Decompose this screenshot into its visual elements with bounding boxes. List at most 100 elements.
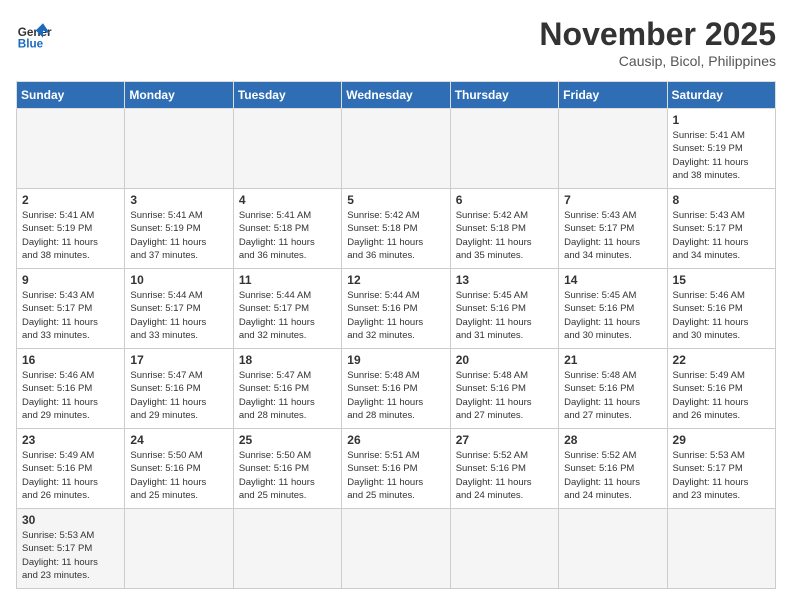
calendar-cell: 4 Sunrise: 5:41 AM Sunset: 5:18 PM Daylig… — [233, 189, 341, 269]
day-number: 28 — [564, 433, 661, 447]
calendar-week-row: 16 Sunrise: 5:46 AM Sunset: 5:16 PM Dayli… — [17, 349, 776, 429]
calendar-cell: 6 Sunrise: 5:42 AM Sunset: 5:18 PM Daylig… — [450, 189, 558, 269]
calendar-cell: 10 Sunrise: 5:44 AM Sunset: 5:17 PM Dayli… — [125, 269, 233, 349]
day-number: 9 — [22, 273, 119, 287]
calendar-cell: 19 Sunrise: 5:48 AM Sunset: 5:16 PM Dayli… — [342, 349, 450, 429]
calendar-cell: 1Sunrise: 5:41 AM Sunset: 5:19 PM Daylig… — [667, 109, 775, 189]
day-info: Sunrise: 5:43 AM Sunset: 5:17 PM Dayligh… — [673, 209, 770, 262]
day-number: 19 — [347, 353, 444, 367]
calendar-cell: 16 Sunrise: 5:46 AM Sunset: 5:16 PM Dayli… — [17, 349, 125, 429]
calendar-cell — [17, 109, 125, 189]
calendar-cell: 30Sunrise: 5:53 AM Sunset: 5:17 PM Dayli… — [17, 509, 125, 589]
weekday-header-thursday: Thursday — [450, 82, 558, 109]
calendar-cell: 22 Sunrise: 5:49 AM Sunset: 5:16 PM Dayli… — [667, 349, 775, 429]
day-info: Sunrise: 5:42 AM Sunset: 5:18 PM Dayligh… — [347, 209, 444, 262]
calendar-cell — [342, 109, 450, 189]
day-info: Sunrise: 5:50 AM Sunset: 5:16 PM Dayligh… — [239, 449, 336, 502]
logo-icon: General Blue — [16, 16, 52, 52]
day-info: Sunrise: 5:49 AM Sunset: 5:16 PM Dayligh… — [22, 449, 119, 502]
day-number: 18 — [239, 353, 336, 367]
day-info: Sunrise: 5:51 AM Sunset: 5:16 PM Dayligh… — [347, 449, 444, 502]
day-number: 23 — [22, 433, 119, 447]
day-info: Sunrise: 5:52 AM Sunset: 5:16 PM Dayligh… — [564, 449, 661, 502]
calendar-cell — [450, 509, 558, 589]
calendar-cell: 7Sunrise: 5:43 AM Sunset: 5:17 PM Daylig… — [559, 189, 667, 269]
day-info: Sunrise: 5:52 AM Sunset: 5:16 PM Dayligh… — [456, 449, 553, 502]
location: Causip, Bicol, Philippines — [539, 53, 776, 69]
calendar-cell — [667, 509, 775, 589]
day-number: 8 — [673, 193, 770, 207]
calendar-cell: 29 Sunrise: 5:53 AM Sunset: 5:17 PM Dayli… — [667, 429, 775, 509]
day-info: Sunrise: 5:47 AM Sunset: 5:16 PM Dayligh… — [239, 369, 336, 422]
day-info: Sunrise: 5:48 AM Sunset: 5:16 PM Dayligh… — [347, 369, 444, 422]
day-number: 29 — [673, 433, 770, 447]
calendar-cell: 25 Sunrise: 5:50 AM Sunset: 5:16 PM Dayli… — [233, 429, 341, 509]
day-number: 30 — [22, 513, 119, 527]
month-title: November 2025 — [539, 16, 776, 53]
calendar-cell: 18 Sunrise: 5:47 AM Sunset: 5:16 PM Dayli… — [233, 349, 341, 429]
calendar-table: SundayMondayTuesdayWednesdayThursdayFrid… — [16, 81, 776, 589]
calendar-cell — [450, 109, 558, 189]
calendar-cell: 21Sunrise: 5:48 AM Sunset: 5:16 PM Dayli… — [559, 349, 667, 429]
day-info: Sunrise: 5:42 AM Sunset: 5:18 PM Dayligh… — [456, 209, 553, 262]
calendar-cell: 2Sunrise: 5:41 AM Sunset: 5:19 PM Daylig… — [17, 189, 125, 269]
calendar-cell: 13 Sunrise: 5:45 AM Sunset: 5:16 PM Dayli… — [450, 269, 558, 349]
day-number: 2 — [22, 193, 119, 207]
page-header: General Blue November 2025 Causip, Bicol… — [16, 16, 776, 69]
calendar-cell — [559, 509, 667, 589]
day-number: 25 — [239, 433, 336, 447]
day-info: Sunrise: 5:44 AM Sunset: 5:17 PM Dayligh… — [239, 289, 336, 342]
day-info: Sunrise: 5:44 AM Sunset: 5:17 PM Dayligh… — [130, 289, 227, 342]
day-number: 13 — [456, 273, 553, 287]
day-number: 24 — [130, 433, 227, 447]
calendar-cell: 5 Sunrise: 5:42 AM Sunset: 5:18 PM Daylig… — [342, 189, 450, 269]
day-info: Sunrise: 5:45 AM Sunset: 5:16 PM Dayligh… — [456, 289, 553, 342]
day-info: Sunrise: 5:43 AM Sunset: 5:17 PM Dayligh… — [22, 289, 119, 342]
calendar-cell: 8 Sunrise: 5:43 AM Sunset: 5:17 PM Daylig… — [667, 189, 775, 269]
day-info: Sunrise: 5:48 AM Sunset: 5:16 PM Dayligh… — [456, 369, 553, 422]
day-number: 7 — [564, 193, 661, 207]
day-number: 17 — [130, 353, 227, 367]
day-info: Sunrise: 5:46 AM Sunset: 5:16 PM Dayligh… — [673, 289, 770, 342]
day-info: Sunrise: 5:46 AM Sunset: 5:16 PM Dayligh… — [22, 369, 119, 422]
calendar-cell: 23 Sunrise: 5:49 AM Sunset: 5:16 PM Dayli… — [17, 429, 125, 509]
day-number: 3 — [130, 193, 227, 207]
day-number: 12 — [347, 273, 444, 287]
calendar-week-row: 23 Sunrise: 5:49 AM Sunset: 5:16 PM Dayli… — [17, 429, 776, 509]
svg-text:Blue: Blue — [18, 38, 44, 51]
calendar-cell: 14Sunrise: 5:45 AM Sunset: 5:16 PM Dayli… — [559, 269, 667, 349]
day-number: 27 — [456, 433, 553, 447]
day-number: 26 — [347, 433, 444, 447]
calendar-week-row: 9 Sunrise: 5:43 AM Sunset: 5:17 PM Daylig… — [17, 269, 776, 349]
weekday-header-wednesday: Wednesday — [342, 82, 450, 109]
calendar-cell: 3 Sunrise: 5:41 AM Sunset: 5:19 PM Daylig… — [125, 189, 233, 269]
weekday-header-friday: Friday — [559, 82, 667, 109]
day-number: 4 — [239, 193, 336, 207]
day-info: Sunrise: 5:47 AM Sunset: 5:16 PM Dayligh… — [130, 369, 227, 422]
calendar-week-row: 30Sunrise: 5:53 AM Sunset: 5:17 PM Dayli… — [17, 509, 776, 589]
title-block: November 2025 Causip, Bicol, Philippines — [539, 16, 776, 69]
day-number: 20 — [456, 353, 553, 367]
day-info: Sunrise: 5:53 AM Sunset: 5:17 PM Dayligh… — [673, 449, 770, 502]
day-info: Sunrise: 5:41 AM Sunset: 5:19 PM Dayligh… — [130, 209, 227, 262]
day-number: 15 — [673, 273, 770, 287]
day-info: Sunrise: 5:44 AM Sunset: 5:16 PM Dayligh… — [347, 289, 444, 342]
calendar-cell: 9 Sunrise: 5:43 AM Sunset: 5:17 PM Daylig… — [17, 269, 125, 349]
day-number: 5 — [347, 193, 444, 207]
weekday-header-saturday: Saturday — [667, 82, 775, 109]
day-info: Sunrise: 5:49 AM Sunset: 5:16 PM Dayligh… — [673, 369, 770, 422]
calendar-cell: 20 Sunrise: 5:48 AM Sunset: 5:16 PM Dayli… — [450, 349, 558, 429]
calendar-cell: 17 Sunrise: 5:47 AM Sunset: 5:16 PM Dayli… — [125, 349, 233, 429]
calendar-cell: 28 Sunrise: 5:52 AM Sunset: 5:16 PM Dayli… — [559, 429, 667, 509]
calendar-cell — [125, 109, 233, 189]
day-number: 6 — [456, 193, 553, 207]
weekday-header-sunday: Sunday — [17, 82, 125, 109]
day-number: 22 — [673, 353, 770, 367]
day-number: 16 — [22, 353, 119, 367]
calendar-week-row: 2 Sunrise: 5:41 AM Sunset: 5:19 PM Daylig… — [17, 189, 776, 269]
weekday-header-tuesday: Tuesday — [233, 82, 341, 109]
day-number: 10 — [130, 273, 227, 287]
calendar-cell: 11Sunrise: 5:44 AM Sunset: 5:17 PM Dayli… — [233, 269, 341, 349]
day-info: Sunrise: 5:41 AM Sunset: 5:18 PM Dayligh… — [239, 209, 336, 262]
weekday-header-monday: Monday — [125, 82, 233, 109]
